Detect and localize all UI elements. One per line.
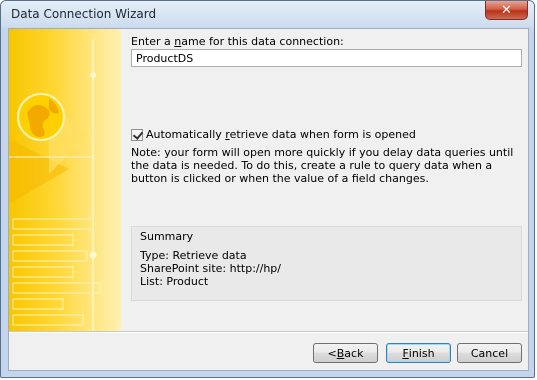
title-bar: Data Connection Wizard ✕ bbox=[1, 1, 534, 27]
summary-panel: Summary Type: Retrieve data SharePoint s… bbox=[131, 226, 522, 301]
summary-line-list: List: Product bbox=[140, 275, 209, 288]
button-text: inish bbox=[408, 346, 435, 360]
button-bar-divider bbox=[9, 331, 528, 333]
auto-retrieve-checkbox[interactable] bbox=[131, 128, 143, 141]
auto-retrieve-option[interactable]: Automatically retrieve data when form is… bbox=[131, 128, 416, 141]
summary-heading: Summary bbox=[140, 230, 194, 243]
back-button[interactable]: < Back bbox=[313, 343, 378, 363]
connection-name-input[interactable] bbox=[131, 49, 522, 67]
button-text: ack bbox=[344, 346, 364, 360]
button-mnemonic: B bbox=[336, 346, 345, 360]
cancel-button[interactable]: Cancel bbox=[457, 343, 522, 363]
banner-graphic bbox=[9, 39, 102, 331]
window-title: Data Connection Wizard bbox=[11, 7, 157, 21]
wizard-banner-image bbox=[9, 29, 121, 331]
connection-name-label: Enter a name for this data connection: bbox=[131, 35, 344, 48]
data-connection-wizard-window: Data Connection Wizard ✕ Enter a name fo… bbox=[0, 0, 535, 378]
close-icon: ✕ bbox=[501, 2, 512, 18]
button-text: < bbox=[327, 346, 337, 360]
label-text: Automatically bbox=[146, 128, 226, 141]
wizard-client-area: Enter a name for this data connection: A… bbox=[8, 28, 529, 371]
summary-line-type: Type: Retrieve data bbox=[140, 249, 247, 262]
summary-line-site: SharePoint site: http://hp/ bbox=[140, 262, 281, 275]
label-text: Enter a bbox=[131, 35, 175, 48]
finish-button[interactable]: Finish bbox=[386, 343, 451, 363]
label-text: ame for this data connection: bbox=[181, 35, 344, 48]
close-button[interactable]: ✕ bbox=[485, 1, 528, 20]
auto-retrieve-label: Automatically retrieve data when form is… bbox=[146, 128, 416, 141]
label-text: etrieve data when form is opened bbox=[229, 128, 416, 141]
performance-note: Note: your form will open more quickly i… bbox=[131, 146, 514, 185]
